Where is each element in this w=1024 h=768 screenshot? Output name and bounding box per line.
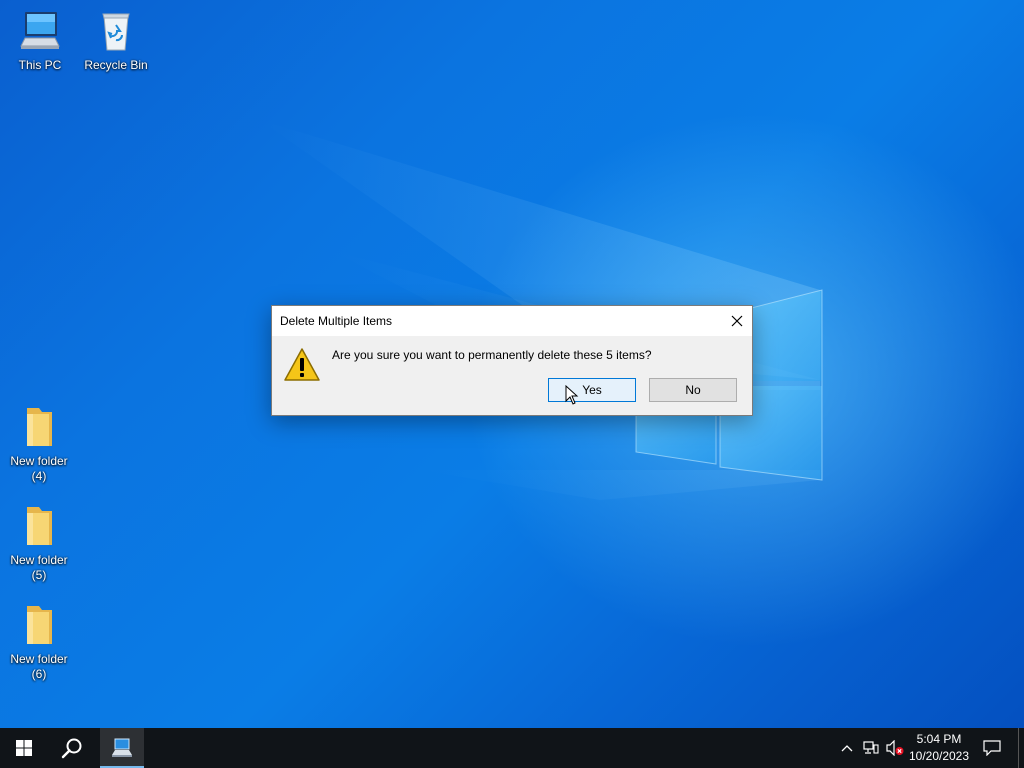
close-button[interactable] [722, 306, 752, 336]
yes-button[interactable]: Yes [548, 378, 636, 402]
yes-button-label: Yes [582, 383, 602, 397]
clock-time: 5:04 PM [916, 732, 962, 746]
dialog-titlebar[interactable]: Delete Multiple Items [272, 306, 752, 336]
clock-date: 10/20/2023 [908, 749, 970, 763]
recycle-bin-icon [102, 13, 130, 51]
network-icon [863, 741, 879, 754]
mouse-cursor-icon [565, 385, 579, 405]
desktop-icon-label: New folder [10, 454, 68, 468]
delete-confirmation-dialog: Delete Multiple Items Are you sure you w… [271, 305, 753, 416]
dialog-title: Delete Multiple Items [280, 314, 393, 328]
search-icon [61, 738, 82, 759]
desktop-icon-label: New folder [10, 652, 68, 666]
computer-icon [20, 12, 60, 49]
taskbar-app-remote-desktop[interactable] [100, 728, 144, 768]
show-hidden-icons-button[interactable] [838, 728, 856, 768]
warning-icon [284, 348, 320, 381]
desktop-icon-label: (4) [31, 469, 47, 483]
windows-logo-icon [16, 740, 32, 756]
desktop-icon-new-folder-5[interactable]: New folder (5) [1, 503, 77, 583]
folder-icon [27, 507, 52, 545]
no-button-label: No [685, 383, 701, 397]
desktop-icon-label: This PC [18, 58, 62, 72]
action-center-button[interactable] [980, 728, 1004, 768]
desktop-icon-recycle-bin[interactable]: Recycle Bin [78, 8, 154, 73]
desktop-icon-this-pc[interactable]: This PC [2, 8, 78, 73]
dialog-body: Are you sure you want to permanently del… [272, 336, 752, 415]
desktop-icon-label: (5) [31, 568, 47, 582]
desktop-icon-label: Recycle Bin [84, 58, 148, 72]
volume-button[interactable] [884, 728, 906, 768]
desktop-icon-new-folder-6[interactable]: New folder (6) [1, 602, 77, 682]
dialog-message: Are you sure you want to permanently del… [332, 348, 652, 362]
desktop-icon-label: (6) [31, 667, 47, 681]
start-button[interactable] [0, 728, 48, 768]
folder-icon [27, 408, 52, 446]
close-icon [731, 315, 743, 327]
taskbar: 5:04 PM 10/20/2023 [0, 728, 1024, 768]
desktop-icon-label: New folder [10, 553, 68, 567]
search-button[interactable] [48, 728, 96, 768]
folder-icon [27, 606, 52, 644]
volume-muted-icon [886, 740, 904, 756]
taskbar-clock[interactable]: 5:04 PM 10/20/2023 [904, 731, 974, 765]
desktop-icon-new-folder-4[interactable]: New folder (4) [1, 404, 77, 484]
no-button[interactable]: No [649, 378, 737, 402]
action-center-icon [983, 740, 1001, 756]
network-button[interactable] [861, 728, 881, 768]
show-desktop-button[interactable] [1018, 728, 1024, 768]
remote-desktop-icon [112, 738, 132, 757]
chevron-up-icon [841, 745, 853, 752]
